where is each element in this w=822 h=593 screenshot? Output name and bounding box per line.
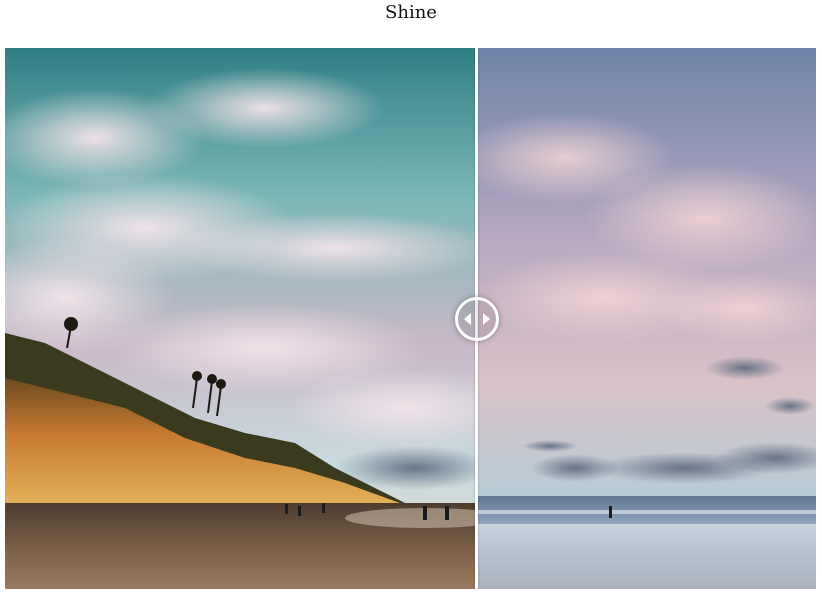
comparison-handle[interactable]: [455, 297, 499, 341]
before-image: [5, 48, 475, 589]
after-image: [478, 48, 816, 589]
comparison-canvas: [5, 48, 816, 589]
chevron-left-icon: [464, 313, 471, 325]
image-comparison-slider[interactable]: [5, 48, 816, 589]
page-title: Shine: [385, 2, 437, 23]
chevron-right-icon: [483, 313, 490, 325]
